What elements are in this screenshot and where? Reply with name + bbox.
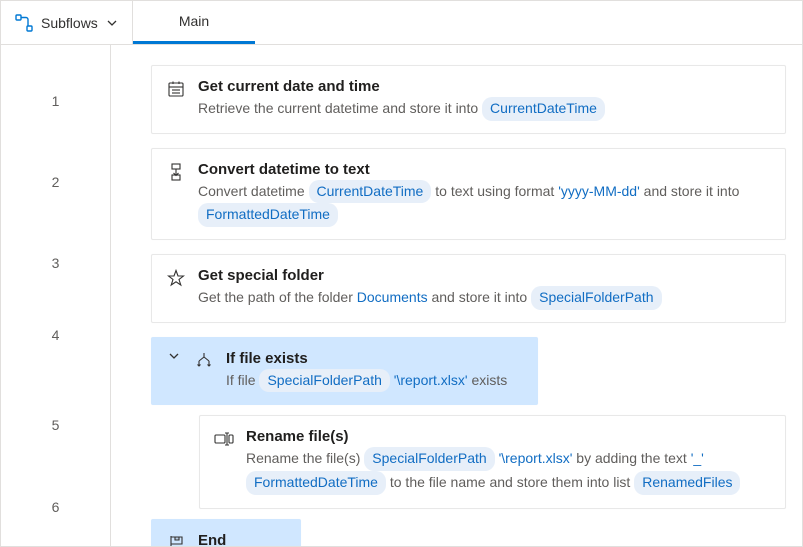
line-number: 5	[52, 371, 60, 479]
step-get-datetime[interactable]: Get current date and time Retrieve the c…	[151, 65, 786, 134]
line-number: 3	[52, 227, 60, 299]
step-convert-datetime[interactable]: Convert datetime to text Convert datetim…	[151, 148, 786, 240]
line-number: 2	[52, 137, 60, 227]
subflows-label: Subflows	[41, 15, 98, 31]
flow-icon	[15, 14, 33, 32]
step-title: Get current date and time	[198, 78, 771, 95]
step-if-file-exists[interactable]: If file exists If file SpecialFolderPath…	[151, 337, 538, 406]
step-description: Convert datetime CurrentDateTime to text…	[198, 180, 771, 227]
literal: '\report.xlsx'	[499, 450, 573, 466]
step-title: If file exists	[226, 350, 507, 367]
step-title: End	[198, 532, 286, 546]
line-number-gutter: 1 2 3 4 5 6	[1, 45, 111, 546]
line-number: 4	[52, 299, 60, 371]
chevron-down-icon	[106, 17, 118, 29]
branch-icon	[194, 352, 214, 370]
tab-label: Main	[179, 13, 209, 29]
tab-main[interactable]: Main	[133, 1, 255, 44]
step-title: Rename file(s)	[246, 428, 771, 445]
rename-icon	[214, 430, 234, 448]
variable-token[interactable]: SpecialFolderPath	[531, 286, 661, 310]
convert-icon	[166, 163, 186, 181]
literal: '\report.xlsx'	[394, 372, 468, 388]
step-rename-files[interactable]: Rename file(s) Rename the file(s) Specia…	[199, 415, 786, 509]
step-description: Retrieve the current datetime and store …	[198, 97, 771, 121]
folder-link[interactable]: Documents	[357, 289, 428, 305]
step-title: Convert datetime to text	[198, 161, 771, 178]
literal: 'yyyy-MM-dd'	[558, 183, 640, 199]
variable-token[interactable]: FormattedDateTime	[246, 471, 386, 495]
end-flag-icon	[166, 534, 186, 546]
step-description: Get the path of the folder Documents and…	[198, 286, 771, 310]
step-get-special-folder[interactable]: Get special folder Get the path of the f…	[151, 254, 786, 323]
variable-token[interactable]: RenamedFiles	[634, 471, 740, 495]
variable-token[interactable]: CurrentDateTime	[309, 180, 432, 204]
step-description: Rename the file(s) SpecialFolderPath '\r…	[246, 447, 771, 494]
step-title: Get special folder	[198, 267, 771, 284]
calendar-icon	[166, 80, 186, 98]
step-description: If file SpecialFolderPath '\report.xlsx'…	[226, 369, 507, 393]
step-end[interactable]: End	[151, 519, 301, 546]
literal: '_'	[691, 450, 704, 466]
variable-token[interactable]: SpecialFolderPath	[364, 447, 494, 471]
variable-token[interactable]: SpecialFolderPath	[259, 369, 389, 393]
variable-token[interactable]: CurrentDateTime	[482, 97, 605, 121]
subflows-dropdown[interactable]: Subflows	[1, 1, 133, 44]
flow-area: 1 2 3 4 5 6 Get current date and time Re…	[1, 45, 802, 546]
variable-token[interactable]: FormattedDateTime	[198, 203, 338, 227]
collapse-chevron-icon[interactable]	[166, 350, 182, 362]
star-icon	[166, 269, 186, 287]
top-bar: Subflows Main	[1, 1, 802, 45]
line-number: 6	[52, 479, 60, 535]
steps-container: Get current date and time Retrieve the c…	[111, 45, 802, 546]
line-number: 1	[52, 65, 60, 137]
